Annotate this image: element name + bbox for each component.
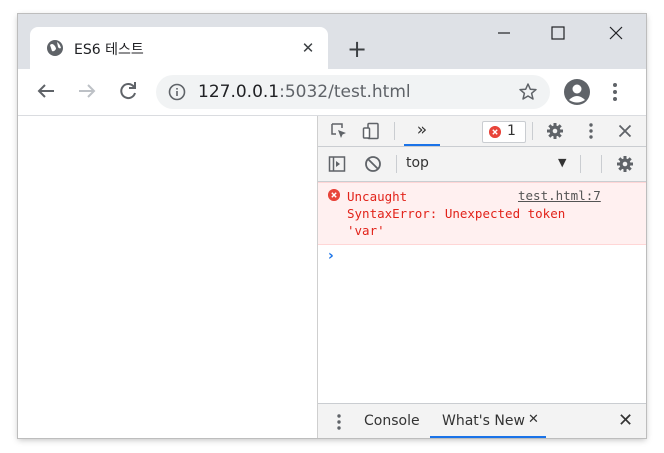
profile-avatar-icon[interactable] [563,78,591,106]
context-selector[interactable]: top [406,155,429,171]
page-viewport [18,116,317,438]
toolbar-separator [580,155,581,173]
sidebar-toggle-icon[interactable] [328,155,346,173]
devtools-drawer: Console What's New ✕ ✕ [318,403,646,438]
drawer-close-icon[interactable]: ✕ [618,410,633,431]
console-prompt-icon[interactable]: › [328,248,334,264]
window-close-icon[interactable] [594,22,638,44]
toolbar-separator [532,122,533,140]
more-tabs-button[interactable]: » [406,116,438,146]
globe-icon [47,40,63,56]
console-error-message[interactable]: Uncaught SyntaxError: Unexpected token '… [318,182,646,245]
kebab-menu-icon[interactable] [610,80,620,104]
devtools-menu-icon[interactable] [582,122,600,140]
drawer-tab-console[interactable]: Console [364,413,420,429]
chevron-down-icon[interactable]: ▼ [558,156,566,169]
tab-strip: ES6 테스트 ✕ + [18,14,646,69]
error-icon [328,189,340,201]
settings-gear-icon[interactable] [546,122,564,140]
devtools-panel: » 1 top ▼ Uncaught SyntaxError: Unexpect… [317,116,646,438]
info-icon[interactable] [168,83,186,101]
forward-arrow-icon[interactable] [75,79,99,103]
address-bar[interactable]: 127.0.0.1:5032/test.html [156,75,550,109]
url-host: 127.0.0.1 [198,82,280,102]
devtools-toolbar: » 1 [318,116,646,147]
bookmark-star-icon[interactable] [518,82,538,102]
device-toolbar-icon[interactable] [362,122,380,140]
drawer-active-tab-indicator [430,436,546,438]
devtools-close-icon[interactable] [616,122,634,140]
tab-title: ES6 테스트 [74,42,144,58]
minimize-icon[interactable] [482,22,526,44]
console-toolbar: top ▼ [318,147,646,182]
active-tab-indicator [404,144,440,146]
error-count-badge[interactable]: 1 [482,121,526,143]
clear-console-icon[interactable] [364,155,382,173]
console-settings-gear-icon[interactable] [616,155,634,173]
drawer-tab-close-icon[interactable]: ✕ [528,412,539,427]
toolbar-separator [394,122,395,140]
inspect-element-icon[interactable] [330,122,348,140]
drawer-tab-whats-new[interactable]: What's New [442,413,525,429]
tab-close-icon[interactable]: ✕ [298,38,318,58]
url-path: :5032/test.html [279,82,411,102]
drawer-menu-icon[interactable] [336,413,342,431]
error-icon [489,126,501,138]
browser-toolbar: 127.0.0.1:5032/test.html [18,69,646,116]
url-text[interactable]: 127.0.0.1:5032/test.html [198,82,411,102]
maximize-icon[interactable] [536,22,580,44]
error-count: 1 [507,123,516,139]
toolbar-separator [601,155,602,173]
toolbar-separator [396,155,397,173]
browser-window: ES6 테스트 ✕ + 127.0.0.1:5032/test.html » 1… [18,14,646,438]
new-tab-button[interactable]: + [344,36,370,62]
error-source-link[interactable]: test.html:7 [518,188,601,203]
browser-tab[interactable]: ES6 테스트 ✕ [30,27,328,69]
back-arrow-icon[interactable] [34,79,58,103]
reload-icon[interactable] [116,79,140,103]
